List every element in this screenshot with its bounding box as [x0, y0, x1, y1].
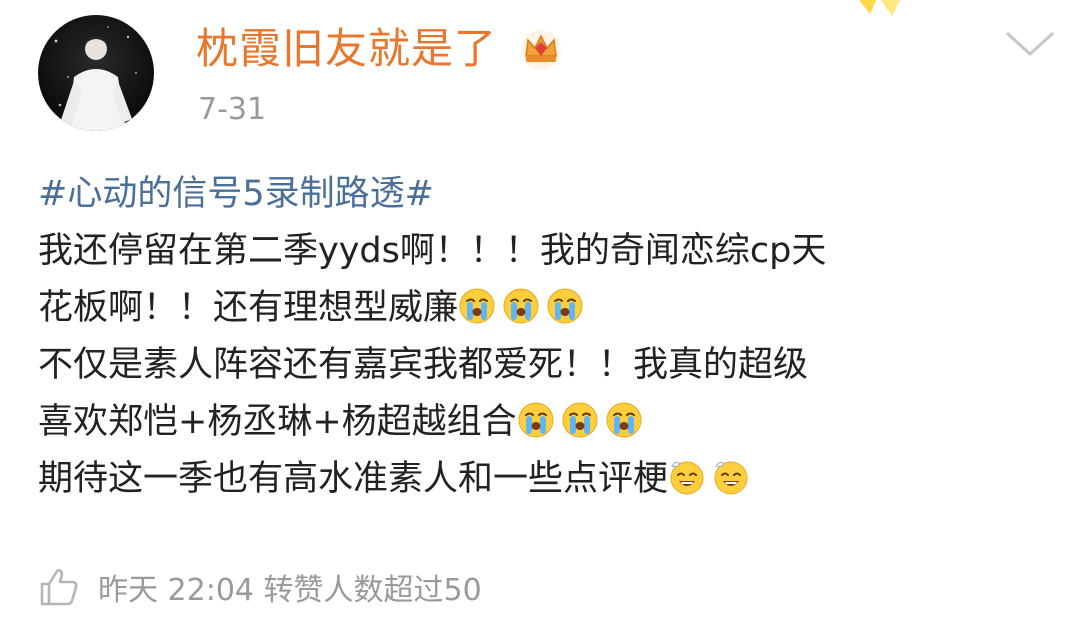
- username[interactable]: 枕霞旧友就是了: [196, 22, 497, 76]
- crying-face-emoji: [517, 401, 555, 439]
- post-text-line-2: 花板啊！！还有理想型威廉: [38, 280, 1048, 337]
- post-meta: 昨天 22:04 转赞人数超过50: [98, 573, 482, 608]
- post-text-line-1: 我还停留在第二季yyds啊！！！我的奇闻恋综cp天: [38, 223, 1048, 280]
- grinning-sweat-emoji: [668, 458, 706, 496]
- crying-face-emoji: [561, 401, 599, 439]
- crying-face-emoji: [502, 287, 540, 325]
- post-text: 喜欢郑恺+杨丞琳+杨超越组合: [38, 402, 517, 442]
- crown-icon[interactable]: [518, 26, 564, 72]
- grinning-sweat-emoji: [712, 458, 750, 496]
- avatar[interactable]: [38, 15, 154, 131]
- post-text: 我还停留在第二季yyds啊！！！我的奇闻恋综cp天: [38, 231, 827, 271]
- post-text: 花板啊！！还有理想型威廉: [38, 288, 459, 328]
- post-text-line-4: 喜欢郑恺+杨丞琳+杨超越组合: [38, 394, 1048, 451]
- post-footer: 昨天 22:04 转赞人数超过50: [38, 562, 482, 612]
- post-text: 期待这一季也有高水准素人和一些点评梗: [38, 459, 669, 499]
- post-body: #心动的信号5录制路透# 我还停留在第二季yyds啊！！！我的奇闻恋综cp天 花…: [38, 166, 1048, 508]
- hashtag-link[interactable]: #心动的信号5录制路透#: [38, 166, 1048, 223]
- post-text-line-3: 不仅是素人阵容还有嘉宾我都爱死！！我真的超级: [38, 337, 1048, 394]
- post-date: 7-31: [198, 92, 267, 127]
- thumbs-up-icon[interactable]: [38, 566, 80, 608]
- post-text: 不仅是素人阵容还有嘉宾我都爱死！！我真的超级: [38, 345, 809, 385]
- corner-decoration-icon: [859, 0, 900, 16]
- crying-face-emoji: [546, 287, 584, 325]
- post-text-line-5: 期待这一季也有高水准素人和一些点评梗: [38, 451, 1048, 508]
- crying-face-emoji: [458, 287, 496, 325]
- chevron-down-icon[interactable]: [1002, 26, 1058, 62]
- crying-face-emoji: [605, 401, 643, 439]
